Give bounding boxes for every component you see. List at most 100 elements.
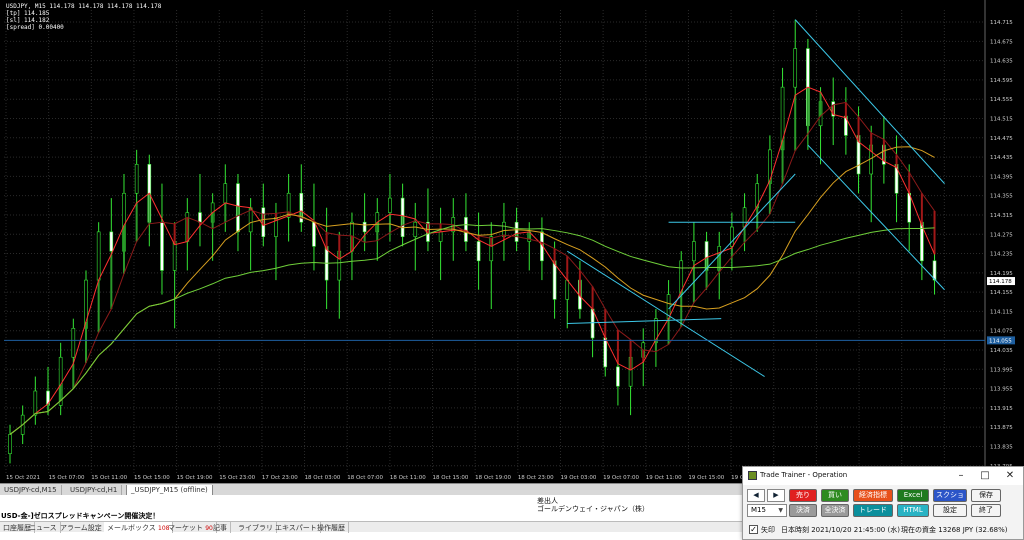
html-button[interactable]: HTML: [897, 504, 929, 517]
time-tick-label: 15 Oct 07:00: [49, 475, 85, 481]
time-tick-label: 19 Oct 11:00: [646, 475, 682, 481]
time-tick-label: 19 Oct 07:00: [603, 475, 639, 481]
candle-body: [692, 241, 696, 262]
time-tick-label: 15 Oct 19:00: [177, 475, 213, 481]
app-icon: [748, 471, 757, 480]
price-tick-label: 114.195: [990, 271, 1013, 277]
price-tick-label: 114.635: [990, 59, 1013, 65]
tab-articles[interactable]: 記事: [210, 522, 231, 533]
tab-journal[interactable]: 操作履歴: [314, 522, 349, 533]
candle-body: [438, 231, 443, 242]
sell-button[interactable]: 売り: [789, 489, 817, 502]
tab-mailbox[interactable]: メールボックス 108: [104, 522, 174, 533]
save-button[interactable]: 保存: [971, 489, 1001, 502]
next-bar-button[interactable]: ▶: [767, 489, 785, 502]
candle-body: [388, 197, 392, 213]
time-tick-label: 18 Oct 07:00: [347, 475, 383, 481]
tt-title: Trade Trainer - Operation: [760, 471, 848, 479]
price-tick-label: 114.555: [990, 97, 1013, 103]
candle-body: [907, 192, 912, 223]
japan-time-readout: 日本時刻 2021/10/20 21:45:00 (水): [781, 526, 900, 534]
timeframe-select[interactable]: M15 ▼: [747, 504, 787, 517]
channel-bottom-line: [807, 144, 945, 291]
excel-button[interactable]: Excel: [897, 489, 929, 502]
current-price-label: 114.178: [989, 279, 1012, 285]
price-tick-label: 114.155: [990, 290, 1013, 296]
triangle-right-icon: ▶: [773, 491, 779, 499]
arrow-checkbox-label: 矢印: [761, 526, 775, 534]
maximize-icon[interactable]: □: [973, 467, 997, 485]
candle-body: [793, 48, 798, 88]
close-position-button[interactable]: 決済: [789, 504, 817, 517]
settings-button[interactable]: 設定: [933, 504, 967, 517]
price-tick-label: 114.035: [990, 348, 1013, 354]
time-tick-label: 17 Oct 23:00: [262, 475, 298, 481]
time-tick-label: 18 Oct 19:00: [475, 475, 511, 481]
tab-library[interactable]: ライブラリ: [235, 522, 277, 533]
funds-readout: 現在の資金 13268 JPY (32.68%): [901, 526, 1008, 534]
price-chart[interactable]: 15 Oct 2021 15 Oct 07:00 15 Oct 11:00 15 Oc…: [0, 0, 1024, 483]
price-tick-label: 114.515: [990, 117, 1013, 123]
ma-long-line: [9, 224, 935, 435]
time-tick-label: 18 Oct 23:00: [518, 475, 554, 481]
price-tick-label: 113.915: [990, 406, 1013, 412]
time-tick-label: 19 Oct 03:00: [560, 475, 596, 481]
exit-button[interactable]: 終了: [971, 504, 1001, 517]
prev-bar-button[interactable]: ◀: [747, 489, 765, 502]
time-tick-label: 15 Oct 11:00: [91, 475, 127, 481]
trend-line: [566, 250, 765, 377]
price-tick-label: 114.315: [990, 213, 1013, 219]
candle-body: [464, 217, 468, 242]
close-all-button[interactable]: 全決済: [821, 504, 849, 517]
time-tick-label: 15 Oct 23:00: [219, 475, 255, 481]
minimize-icon[interactable]: –: [949, 467, 973, 485]
close-icon[interactable]: ✕: [998, 467, 1022, 485]
candle-body: [134, 164, 139, 194]
candle-body: [565, 279, 570, 300]
price-tick-label: 113.875: [990, 425, 1013, 431]
support-line: [567, 318, 722, 324]
time-tick-label: 15 Oct 15:00: [134, 475, 170, 481]
time-tick-label: 18 Oct 03:00: [305, 475, 341, 481]
time-tick-label: 15 Oct 2021: [6, 475, 40, 481]
candle-body: [413, 221, 418, 237]
up-trend-line: [668, 173, 796, 310]
ma-mid-line: [9, 101, 935, 435]
screenshot-button[interactable]: スクショ: [933, 489, 967, 502]
price-level-label: 114.055: [989, 338, 1012, 344]
economic-indicator-button[interactable]: 経済指標: [853, 489, 893, 502]
chart-tp-info: [tp] 114.185: [6, 10, 50, 17]
candle-body: [109, 231, 114, 252]
buy-button[interactable]: 買い: [821, 489, 849, 502]
terminal-tab-bar: 口座履歴 ニュース アラーム設定 メールボックス 108 マーケット 90 記事…: [0, 521, 745, 533]
time-tick-label: 18 Oct 15:00: [433, 475, 469, 481]
price-tick-label: 113.995: [990, 367, 1013, 373]
candle-body: [362, 221, 367, 233]
chart-spread-info: [spread] 0.00400: [6, 24, 64, 31]
price-tick-label: 114.435: [990, 155, 1013, 161]
candle-body: [476, 241, 481, 262]
candle-body: [172, 241, 177, 271]
chevron-down-icon: ▼: [778, 507, 783, 514]
time-tick-label: 19 Oct 15:00: [688, 475, 724, 481]
candle-body: [514, 221, 519, 242]
candle-body: [223, 183, 228, 204]
chart-canvas[interactable]: 15 Oct 2021 15 Oct 07:00 15 Oct 11:00 15 Oc…: [0, 0, 1024, 483]
candle-body: [8, 434, 12, 455]
candle-body: [590, 308, 595, 339]
trade-button[interactable]: トレード: [853, 504, 893, 517]
price-tick-label: 114.395: [990, 174, 1013, 180]
tab-news[interactable]: ニュース: [26, 522, 61, 533]
mail-subject-row[interactable]: USD-金-]ゼロスプレッドキャンペーン開催決定！: [0, 511, 745, 520]
arrow-checkbox[interactable]: ✓: [749, 525, 758, 534]
candle-body: [160, 221, 164, 271]
price-tick-label: 114.715: [990, 20, 1013, 26]
tt-titlebar[interactable]: Trade Trainer - Operation – □ ✕: [743, 467, 1023, 485]
candle-body: [198, 212, 202, 223]
chart-sl-info: [sl] 114.182: [6, 17, 50, 24]
tab-alarms[interactable]: アラーム設定: [57, 522, 106, 533]
price-tick-label: 114.595: [990, 78, 1013, 84]
price-tick-label: 113.955: [990, 387, 1013, 393]
candle-body: [603, 337, 608, 368]
candle-body: [248, 207, 253, 233]
